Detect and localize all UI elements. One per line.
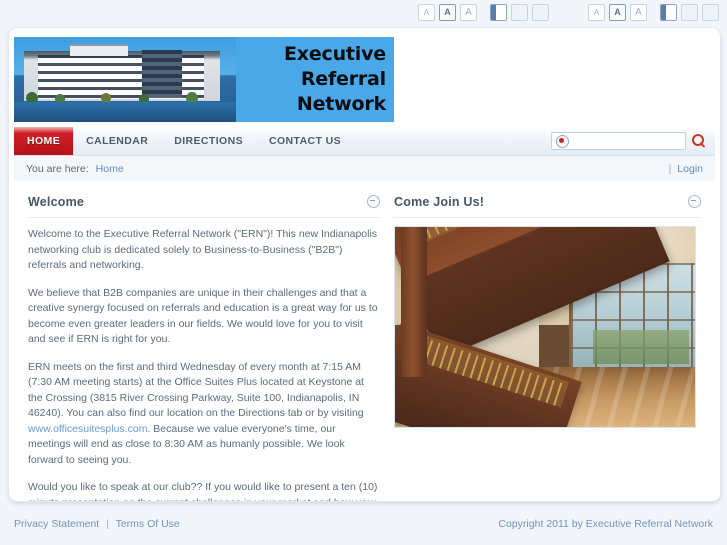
- welcome-pane-title: Welcome: [28, 195, 85, 209]
- site-scope-icon-dot: [559, 138, 564, 143]
- welcome-pane: Welcome Welcome to the Executive Referra…: [14, 181, 394, 501]
- breadcrumb-prefix: You are here:: [26, 162, 89, 175]
- lobby-column: [401, 227, 427, 377]
- collapse-icon-join[interactable]: [688, 195, 701, 208]
- building-roof: [70, 44, 128, 56]
- breadcrumb: You are here: Home | Login: [14, 156, 715, 182]
- font-size-small-button[interactable]: A: [418, 4, 435, 21]
- lobby-upper-railing: [401, 227, 608, 248]
- nav-item-contact-us[interactable]: CONTACT US: [256, 127, 354, 155]
- font-size-medium-button[interactable]: A: [439, 4, 456, 21]
- site-banner[interactable]: Executive Referral Network: [14, 37, 394, 122]
- welcome-paragraph-3: Would you like to speak at our club?? If…: [28, 481, 378, 501]
- font-size-small-button-2[interactable]: A: [588, 4, 605, 21]
- nav-item-directions[interactable]: DIRECTIONS: [161, 127, 256, 155]
- water-foreground: [14, 102, 236, 122]
- meeting-text-before-link: ERN meets on the first and third Wednesd…: [28, 360, 364, 420]
- site-title-line-1: Executive: [284, 43, 386, 65]
- search-button[interactable]: [689, 132, 709, 150]
- accessibility-toolbar: A A A A A A: [0, 0, 727, 27]
- login-area: | Login: [669, 163, 703, 175]
- nav-item-calendar[interactable]: CALENDAR: [73, 127, 161, 155]
- layout-two-column-icon-body: [496, 5, 506, 20]
- footer-links: Privacy Statement | Terms Of Use: [14, 518, 180, 530]
- tree-line: [14, 90, 236, 102]
- welcome-paragraph-meeting: ERN meets on the first and third Wednesd…: [28, 360, 380, 469]
- join-pane: Come Join Us!: [394, 181, 715, 496]
- font-size-large-button-2[interactable]: A: [630, 4, 647, 21]
- join-pane-header: Come Join Us!: [394, 195, 701, 218]
- footer-separator: |: [106, 518, 109, 530]
- breadcrumb-item-home[interactable]: Home: [96, 163, 124, 175]
- site-title: Executive Referral Network: [216, 42, 386, 117]
- site-title-line-3: Network: [296, 93, 386, 115]
- terms-of-use-link[interactable]: Terms Of Use: [116, 518, 180, 530]
- welcome-pane-header: Welcome: [28, 195, 380, 218]
- join-pane-title: Come Join Us!: [394, 195, 485, 209]
- page-container: Executive Referral Network HOME CALENDAR…: [8, 27, 721, 502]
- layout-two-column-button-2[interactable]: [660, 4, 677, 21]
- lobby-staircase-photo: [394, 226, 696, 428]
- layout-two-column-icon-body-2: [666, 5, 676, 20]
- search-box[interactable]: [551, 131, 704, 150]
- page-footer: Privacy Statement | Terms Of Use Copyrig…: [0, 512, 727, 545]
- nav-item-home[interactable]: HOME: [14, 127, 74, 155]
- welcome-paragraph-2: We believe that B2B companies are unique…: [28, 286, 378, 346]
- breadcrumb-separator: |: [668, 162, 672, 175]
- collapse-icon[interactable]: [367, 195, 380, 208]
- login-link[interactable]: Login: [677, 163, 703, 175]
- layout-wide-button-2[interactable]: [681, 4, 698, 21]
- office-building-photo: [14, 37, 236, 122]
- layout-two-column-button[interactable]: [490, 4, 507, 21]
- layout-full-button-2[interactable]: [702, 4, 719, 21]
- office-suites-plus-link[interactable]: www.officesuitesplus.com: [28, 423, 147, 435]
- font-size-large-button[interactable]: A: [460, 4, 477, 21]
- content-area: Welcome Welcome to the Executive Referra…: [14, 181, 715, 501]
- toolbar-group-primary: A A A: [418, 4, 549, 21]
- main-navigation: HOME CALENDAR DIRECTIONS CONTACT US: [14, 127, 715, 156]
- toolbar-group-secondary: A A A: [588, 4, 719, 21]
- layout-wide-button[interactable]: [511, 4, 528, 21]
- site-title-line-2: Referral: [300, 68, 386, 90]
- privacy-statement-link[interactable]: Privacy Statement: [14, 518, 99, 530]
- search-input[interactable]: [566, 133, 704, 148]
- copyright-text: Copyright 2011 by Executive Referral Net…: [498, 518, 713, 530]
- layout-full-button[interactable]: [532, 4, 549, 21]
- search-area: [551, 131, 709, 150]
- lobby-exterior-view: [593, 329, 689, 364]
- welcome-paragraph-1: Welcome to the Executive Referral Networ…: [28, 228, 378, 271]
- nav-item-list: HOME CALENDAR DIRECTIONS CONTACT US: [14, 127, 354, 155]
- font-size-medium-button-2[interactable]: A: [609, 4, 626, 21]
